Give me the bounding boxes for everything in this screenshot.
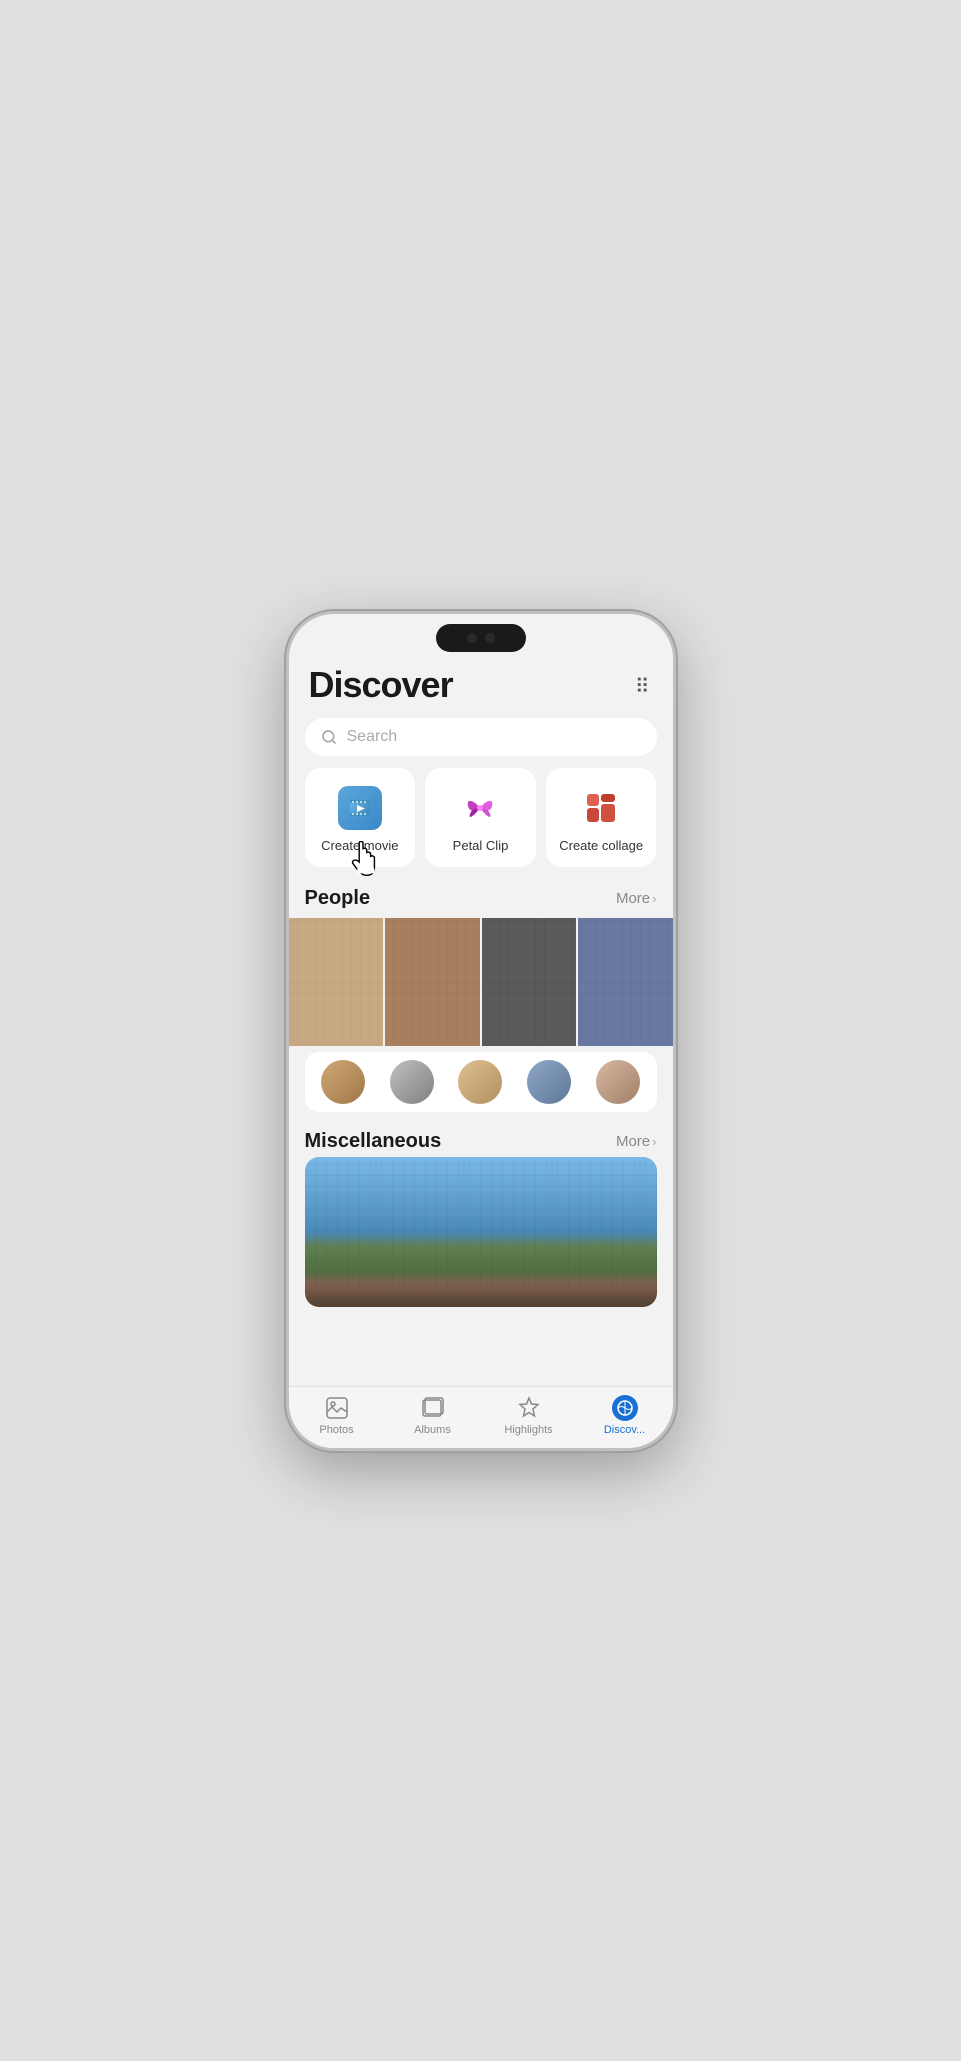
person-item-3[interactable] [446,1060,515,1104]
bottom-nav: Photos Albums Highlights Discov. [289,1386,673,1448]
action-label-create-movie: Create movie [321,838,398,853]
people-more-label: More [616,890,650,907]
person-photo-3 [482,918,577,1046]
person-photo-2 [385,918,480,1046]
nav-label-highlights: Highlights [504,1424,552,1436]
volume-down-button [673,774,676,804]
person-photo-4 [578,918,673,1046]
people-section: People More › [289,883,673,1112]
albums-icon [420,1395,446,1421]
header: Discover ⠿ [289,656,673,710]
person-item-5[interactable] [584,1060,653,1104]
people-more-button[interactable]: More › [616,890,657,907]
page-title: Discover [309,664,453,706]
person-photo-1 [289,918,384,1046]
people-named-row [305,1052,657,1112]
volume-up-button [673,734,676,764]
misc-more-label: More [616,1133,650,1150]
nav-label-discover: Discov... [604,1424,645,1436]
search-icon [321,729,337,745]
highlights-icon [516,1395,542,1421]
nav-label-albums: Albums [414,1424,451,1436]
nav-item-highlights[interactable]: Highlights [481,1395,577,1436]
discover-icon [612,1395,638,1421]
header-menu-icon[interactable]: ⠿ [635,664,653,699]
person-item-2[interactable] [377,1060,446,1104]
misc-more-button[interactable]: More › [616,1133,657,1150]
search-bar[interactable]: Search [305,718,657,756]
miscellaneous-section: Miscellaneous More › [289,1122,673,1307]
create-collage-icon [579,786,623,830]
create-movie-icon [338,786,382,830]
person-item-1[interactable] [309,1060,378,1104]
petal-clip-icon [458,786,502,830]
people-section-header: People More › [289,883,673,918]
person-avatar-4 [527,1060,571,1104]
nav-item-photos[interactable]: Photos [289,1395,385,1436]
phone-top-bar [289,614,673,656]
people-more-chevron: › [652,891,656,906]
photos-icon [324,1395,350,1421]
actions-grid: Create movie [305,768,657,867]
action-card-create-collage[interactable]: Create collage [546,768,657,867]
person-avatar-3 [458,1060,502,1104]
people-section-title: People [305,887,371,910]
action-label-create-collage: Create collage [559,838,643,853]
nav-label-photos: Photos [319,1424,353,1436]
person-avatar-1 [321,1060,365,1104]
action-card-petal-clip[interactable]: Petal Clip [425,768,536,867]
misc-content [289,1157,673,1307]
person-item-4[interactable] [515,1060,584,1104]
phone-frame: Discover ⠿ Search [286,611,676,1451]
nav-item-albums[interactable]: Albums [385,1395,481,1436]
action-card-create-movie[interactable]: Create movie [305,768,416,867]
people-photos-strip [289,918,673,1046]
misc-more-chevron: › [652,1134,656,1149]
camera-pill [436,624,526,652]
screen[interactable]: Discover ⠿ Search [289,656,673,1386]
nav-item-discover[interactable]: Discov... [577,1395,673,1436]
misc-photo-block [305,1157,657,1307]
person-avatar-2 [390,1060,434,1104]
camera-dot-left [467,633,477,643]
misc-section-header: Miscellaneous More › [289,1122,673,1157]
camera-dot-right [485,633,495,643]
person-avatar-5 [596,1060,640,1104]
misc-section-title: Miscellaneous [305,1130,442,1153]
search-placeholder: Search [347,728,398,746]
action-label-petal-clip: Petal Clip [453,838,509,853]
